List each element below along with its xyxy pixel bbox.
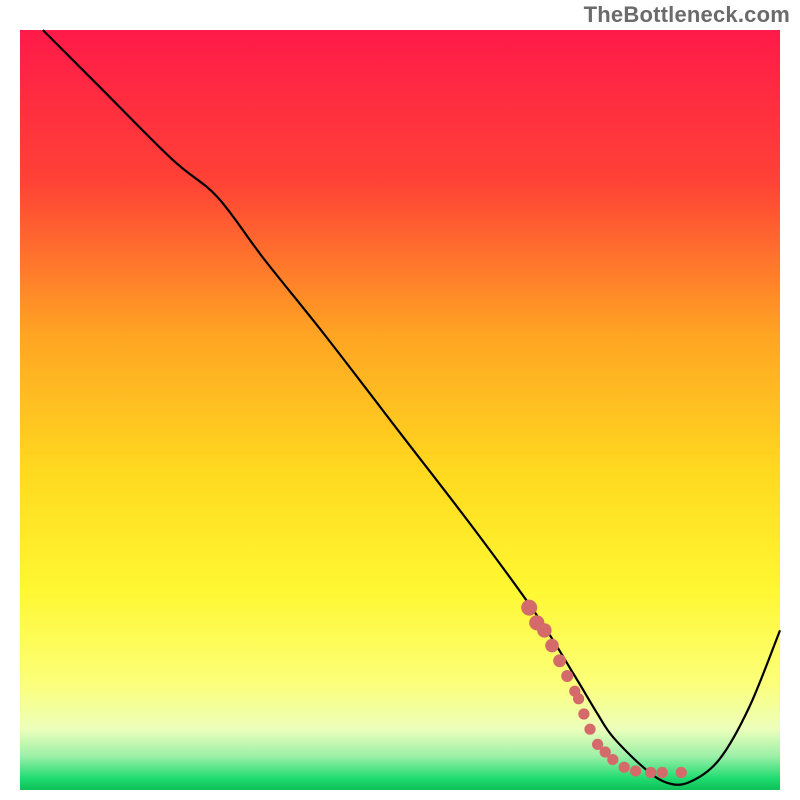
highlight-dot bbox=[537, 623, 551, 637]
highlight-dot bbox=[584, 724, 595, 735]
highlight-dot bbox=[561, 670, 573, 682]
highlight-dot bbox=[607, 754, 618, 765]
highlight-dot bbox=[657, 767, 668, 778]
plot-background bbox=[20, 30, 780, 790]
chart-stage: TheBottleneck.com bbox=[0, 0, 800, 800]
highlight-dot bbox=[630, 765, 641, 776]
highlight-dot bbox=[578, 708, 589, 719]
highlight-dot bbox=[676, 767, 687, 778]
highlight-dot bbox=[553, 654, 566, 667]
watermark-text: TheBottleneck.com bbox=[584, 2, 790, 28]
highlight-dot bbox=[521, 600, 537, 616]
highlight-dot bbox=[573, 693, 584, 704]
highlight-dot bbox=[645, 767, 656, 778]
bottleneck-chart bbox=[0, 0, 800, 800]
highlight-dot bbox=[545, 639, 559, 653]
highlight-dot bbox=[619, 762, 630, 773]
